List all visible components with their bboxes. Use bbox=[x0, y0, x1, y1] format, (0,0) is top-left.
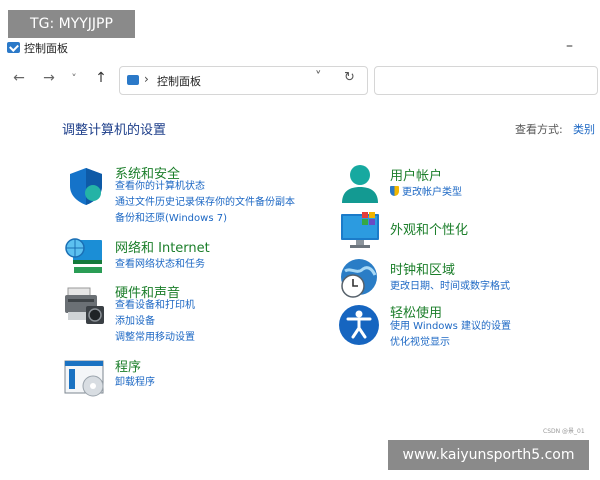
uac-shield-icon bbox=[390, 186, 399, 196]
link-view-computer-status[interactable]: 查看你的计算机状态 bbox=[115, 180, 205, 194]
user-avatar-icon[interactable] bbox=[340, 163, 380, 203]
address-bar[interactable]: › 控制面板 ˅ ↻ bbox=[119, 66, 368, 95]
link-file-history[interactable]: 通过文件历史记录保存你的文件备份副本 bbox=[115, 196, 295, 210]
page-title: 调整计算机的设置 bbox=[62, 123, 167, 138]
link-optimize-display[interactable]: 优化视觉显示 bbox=[390, 336, 450, 350]
link-network-status[interactable]: 查看网络状态和任务 bbox=[115, 258, 205, 272]
category-network-title[interactable]: 网络和 Internet bbox=[115, 237, 210, 256]
category-user-accounts-title[interactable]: 用户帐户 bbox=[390, 165, 442, 184]
link-date-time-format[interactable]: 更改日期、时间或数字格式 bbox=[390, 280, 510, 294]
link-mobility-settings[interactable]: 调整常用移动设置 bbox=[115, 331, 195, 345]
accessibility-icon[interactable] bbox=[339, 304, 379, 345]
breadcrumb-control-panel[interactable]: 控制面板 bbox=[157, 73, 201, 89]
watermark-top-left: TG: MYYJJPP bbox=[8, 10, 135, 38]
network-globe-icon[interactable] bbox=[64, 236, 104, 276]
arrow-up-icon[interactable]: ↑ bbox=[91, 70, 111, 86]
link-backup-restore[interactable]: 备份和还原(Windows 7) bbox=[115, 212, 227, 226]
view-by-dropdown[interactable]: 类别 bbox=[573, 121, 595, 137]
csdn-watermark: CSDN @景_01 bbox=[543, 428, 585, 435]
chevron-down-icon[interactable]: ˅ bbox=[64, 72, 84, 85]
link-recommended-settings[interactable]: 使用 Windows 建议的设置 bbox=[390, 320, 511, 334]
control-panel-icon bbox=[7, 42, 20, 53]
printer-icon[interactable] bbox=[64, 286, 104, 326]
watermark-bottom-right: www.kaiyunsporth5.com bbox=[388, 440, 589, 470]
window-title: 控制面板 bbox=[24, 42, 68, 55]
refresh-icon[interactable]: ↻ bbox=[344, 70, 355, 85]
shield-icon[interactable] bbox=[66, 166, 106, 206]
link-uninstall-program[interactable]: 卸载程序 bbox=[115, 376, 155, 390]
view-by-label: 查看方式: bbox=[515, 123, 563, 136]
arrow-right-icon[interactable]: → bbox=[39, 70, 59, 86]
link-add-device[interactable]: 添加设备 bbox=[115, 315, 155, 329]
category-programs-title[interactable]: 程序 bbox=[115, 356, 141, 375]
link-change-account-type-label: 更改帐户类型 bbox=[402, 187, 462, 198]
category-clock-region-title[interactable]: 时钟和区域 bbox=[390, 259, 455, 278]
programs-icon[interactable] bbox=[64, 358, 104, 398]
minimize-button[interactable]: – bbox=[566, 38, 573, 54]
search-input[interactable] bbox=[374, 66, 598, 95]
link-devices-printers[interactable]: 查看设备和打印机 bbox=[115, 299, 195, 313]
link-change-account-type[interactable]: 更改帐户类型 bbox=[390, 186, 462, 200]
category-ease-access-title[interactable]: 轻松使用 bbox=[390, 302, 442, 321]
control-panel-icon bbox=[127, 75, 139, 85]
category-appearance-title[interactable]: 外观和个性化 bbox=[390, 219, 468, 238]
breadcrumb-chevron-icon[interactable]: › bbox=[144, 72, 149, 86]
clock-globe-icon[interactable] bbox=[339, 257, 379, 298]
monitor-palette-icon[interactable] bbox=[340, 211, 380, 251]
arrow-left-icon[interactable]: ← bbox=[9, 70, 29, 86]
address-dropdown-icon[interactable]: ˅ bbox=[315, 70, 322, 85]
